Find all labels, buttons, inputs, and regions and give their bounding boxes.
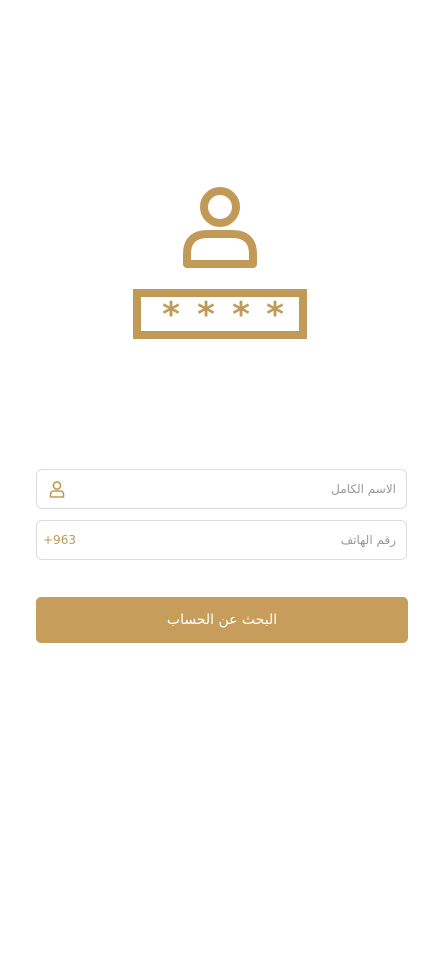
account-password-icon: * * * * (128, 180, 312, 344)
phone-field[interactable]: +963 (36, 520, 407, 560)
svg-text:*: * (162, 295, 180, 335)
full-name-input[interactable] (77, 470, 396, 508)
phone-input[interactable] (97, 521, 396, 559)
country-code: +963 (43, 533, 76, 547)
full-name-field[interactable] (36, 469, 407, 509)
user-icon (48, 480, 66, 498)
search-account-button[interactable]: البحث عن الحساب (36, 597, 408, 643)
svg-text:*: * (266, 295, 284, 335)
svg-text:*: * (232, 295, 250, 335)
svg-text:*: * (197, 295, 215, 335)
